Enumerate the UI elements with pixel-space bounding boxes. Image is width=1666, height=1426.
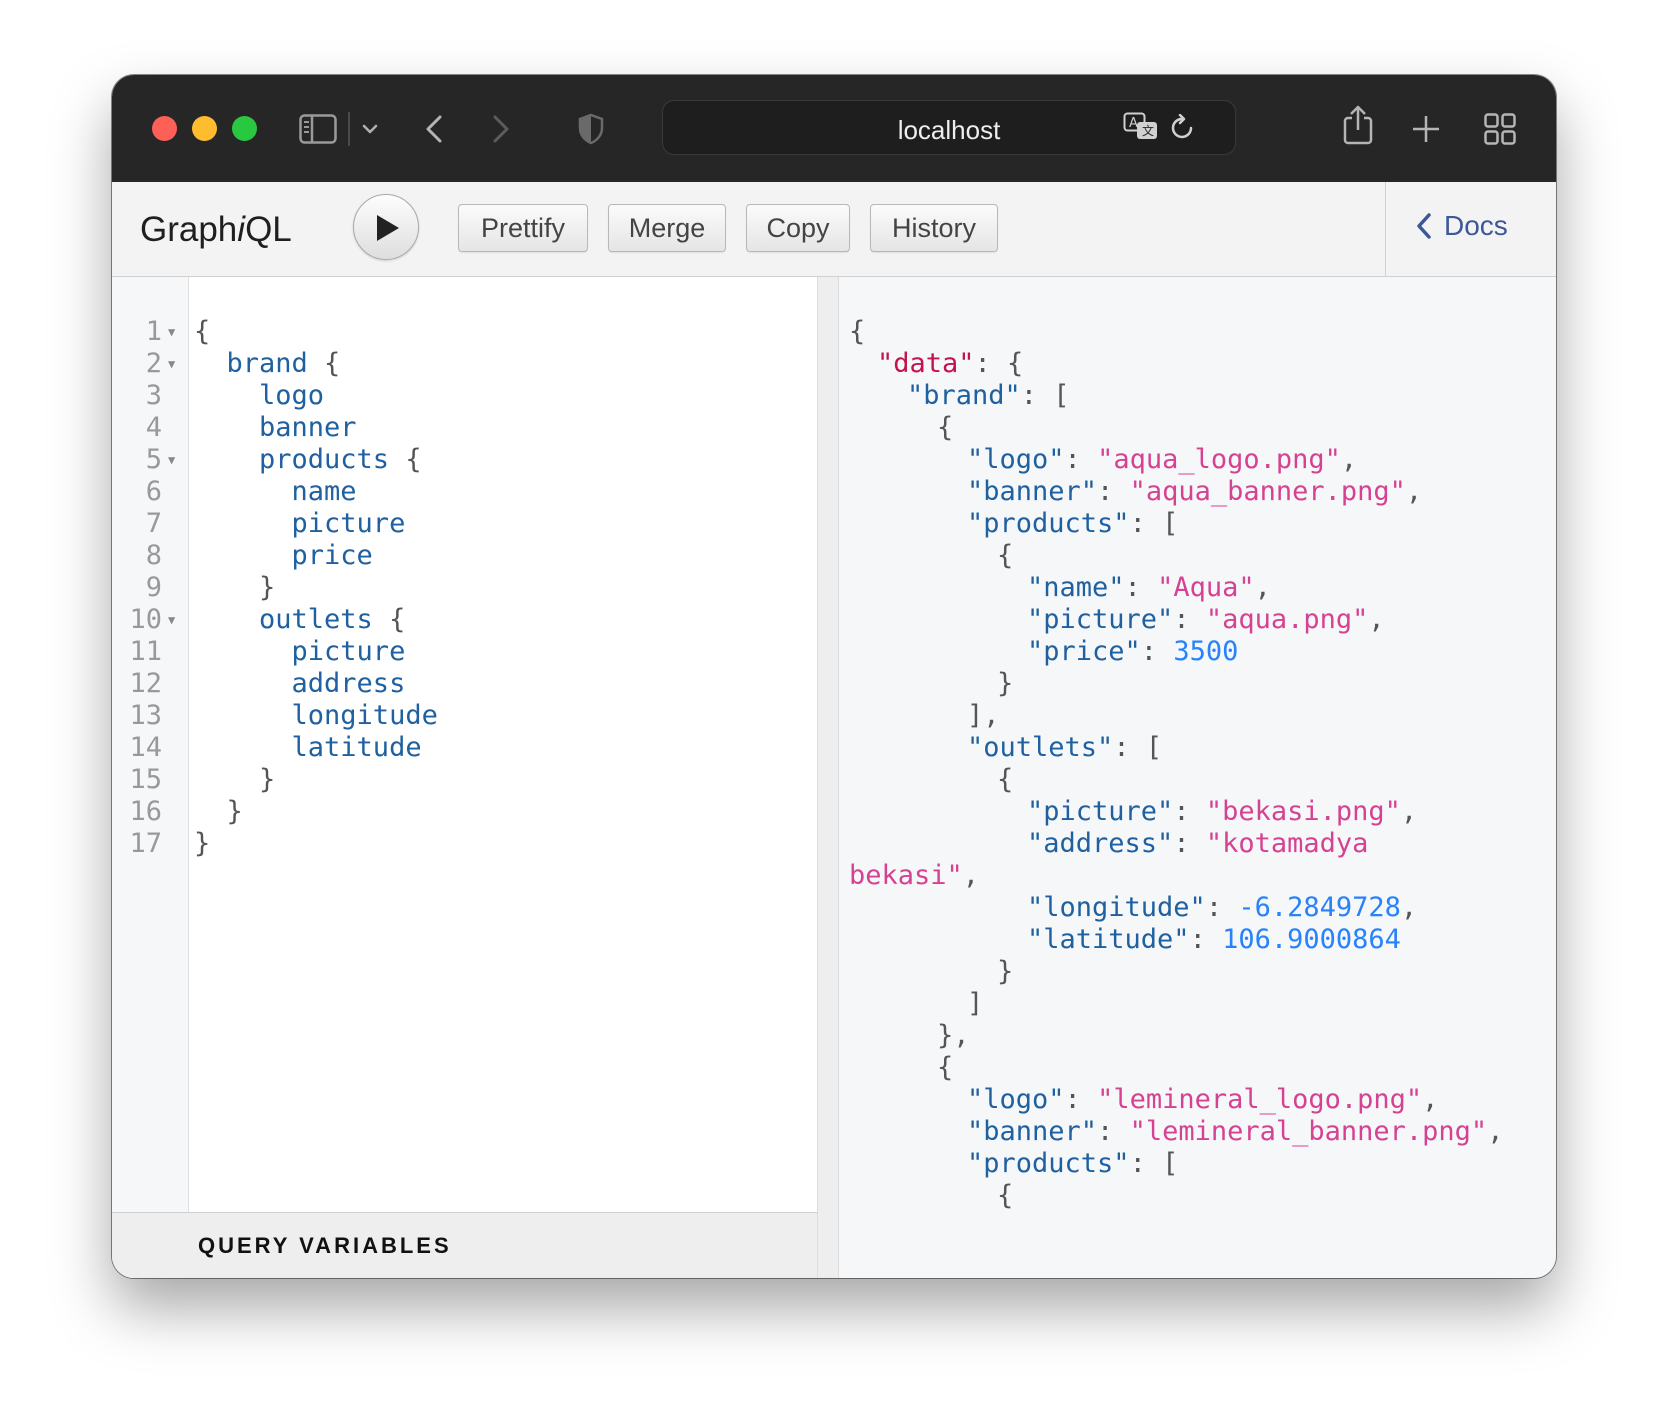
query-line[interactable]: } [194,795,243,829]
browser-titlebar: localhost A文 [112,75,1556,182]
line-number: 15 [129,764,162,795]
back-icon[interactable] [417,107,451,151]
query-variables-bar[interactable]: QUERY VARIABLES [112,1212,817,1278]
line-number: 3 [145,380,162,411]
query-variables-label: QUERY VARIABLES [198,1233,452,1258]
fold-arrow-icon[interactable]: ▼ [168,613,175,627]
line-number: 17 [129,828,162,859]
line-number: 4 [145,412,162,443]
close-window-button[interactable] [152,116,177,141]
query-line[interactable]: picture [194,507,406,541]
toolbar-separator [348,112,350,146]
browser-window: localhost A文 GraphiQL Prettify Merge Cop… [112,75,1556,1278]
line-number: 8 [145,540,162,571]
forward-icon[interactable] [484,107,518,151]
execute-query-button[interactable] [353,194,419,260]
query-line[interactable]: brand { [194,347,341,381]
svg-text:文: 文 [1142,123,1154,138]
query-line[interactable]: } [194,571,275,605]
line-number: 1 [145,316,162,347]
fold-arrow-icon[interactable]: ▼ [168,453,175,467]
graphiql-logo: GraphiQL [140,210,292,249]
history-button[interactable]: History [870,204,998,252]
line-number: 11 [129,636,162,667]
line-number: 9 [145,572,162,603]
copy-button[interactable]: Copy [746,204,850,252]
editor-divider[interactable] [817,277,839,1278]
line-number: 5 [145,444,162,475]
query-line[interactable]: longitude [194,699,438,733]
reload-icon[interactable] [1170,113,1196,147]
query-editor[interactable]: 1 ▼ {2 ▼ brand { 3 logo 4 banner 5 ▼ products {… [112,277,817,1278]
query-line[interactable]: } [194,763,275,797]
line-number: 7 [145,508,162,539]
query-line[interactable]: { [194,315,210,349]
share-icon[interactable] [1338,103,1378,147]
result-viewer: ▼{ ▼"data": { ▼"brand": [ ▼{ "logo": "aq… [839,277,1556,1278]
docs-panel-toggle: Docs [1385,182,1556,276]
query-line[interactable]: } [194,827,210,861]
line-number: 13 [129,700,162,731]
play-icon [377,215,399,241]
chevron-left-icon [1417,213,1431,239]
line-number: 6 [145,476,162,507]
translate-icon[interactable]: A文 [1123,112,1159,147]
prettify-button[interactable]: Prettify [458,204,588,252]
line-number: 2 [145,348,162,379]
zoom-window-button[interactable] [232,116,257,141]
tab-overview-icon[interactable] [1482,107,1518,151]
chevron-down-icon[interactable] [357,107,383,151]
fold-arrow-icon[interactable]: ▼ [168,325,175,339]
query-line[interactable]: address [194,667,406,701]
new-tab-icon[interactable] [1408,107,1444,151]
merge-button[interactable]: Merge [608,204,726,252]
query-line[interactable]: name [194,475,357,509]
line-number: 14 [129,732,162,763]
sidebar-icon[interactable] [296,107,340,151]
minimize-window-button[interactable] [192,116,217,141]
privacy-shield-icon[interactable] [574,107,608,151]
line-number: 10 [129,604,162,635]
docs-button[interactable]: Docs [1416,210,1508,242]
query-line[interactable]: logo [194,379,324,413]
line-number: 12 [129,668,162,699]
query-line[interactable]: outlets { [194,603,405,637]
address-bar[interactable]: localhost A文 [662,100,1236,155]
graphiql-toolbar: GraphiQL Prettify Merge Copy History Doc… [112,182,1556,277]
query-line[interactable]: price [194,539,373,573]
svg-text:A: A [1129,116,1138,131]
query-line[interactable]: picture [194,635,406,669]
query-line[interactable]: latitude [194,731,422,765]
query-line[interactable]: banner [194,411,357,445]
fold-arrow-icon[interactable]: ▼ [168,357,175,371]
query-line[interactable]: products { [194,443,422,477]
line-number: 16 [129,796,162,827]
